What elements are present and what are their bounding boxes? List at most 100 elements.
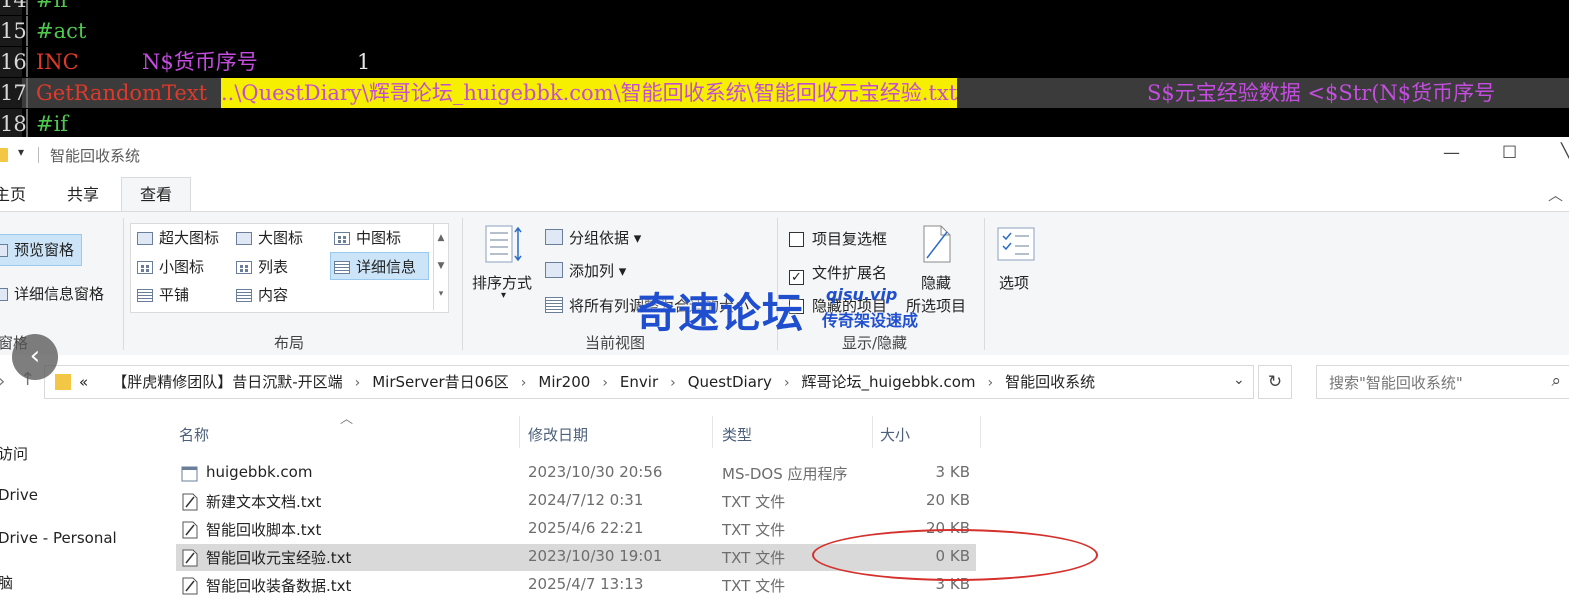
breadcrumb-overflow[interactable]: «	[79, 373, 88, 391]
details-pane-icon	[0, 288, 8, 301]
navpane-item-onedrive-personal[interactable]: Drive - Personal	[0, 529, 117, 547]
breadcrumb-item[interactable]: Mir200	[538, 373, 590, 391]
code-text: #if	[36, 112, 69, 136]
line-number: 16	[0, 47, 27, 77]
details-pane-button[interactable]: 详细信息窗格	[0, 283, 104, 304]
file-size: 3 KB	[935, 463, 970, 481]
large-icons-icon	[236, 232, 252, 245]
file-row[interactable]: 新建文本文档.txt 2024/7/12 0:31 TXT 文件 20 KB	[176, 488, 976, 515]
hidden-items-toggle[interactable]: 隐藏的项目	[789, 295, 887, 316]
line-number: 17	[0, 78, 27, 108]
preview-pane-label: 预览窗格	[14, 241, 75, 259]
refresh-button[interactable]: ↻	[1258, 365, 1292, 399]
column-header-date[interactable]: 修改日期	[528, 424, 588, 445]
file-row[interactable]: 智能回收装备数据.txt 2025/4/7 13:13 TXT 文件 3 KB	[176, 572, 976, 599]
options-button[interactable]: 选项	[999, 272, 1029, 293]
preview-pane-icon	[0, 244, 8, 257]
breadcrumb-item[interactable]: QuestDiary	[688, 373, 772, 391]
text-file-icon	[182, 493, 198, 511]
item-checkboxes-toggle[interactable]: 项目复选框	[789, 228, 887, 249]
group-label-show-hide: 显示/隐藏	[842, 334, 908, 352]
layout-list[interactable]: 列表	[236, 256, 288, 277]
tab-share[interactable]: 共享	[67, 181, 99, 205]
line-number: 15	[0, 16, 27, 46]
column-header-name[interactable]: 名称	[179, 424, 209, 445]
chevron-left-icon: ‹	[29, 341, 41, 371]
tab-home[interactable]: 主页	[0, 181, 26, 205]
layout-scroll[interactable]: ▲ ▼ ▾	[433, 224, 448, 310]
hidden-items-checkbox[interactable]	[789, 299, 804, 314]
layout-medium-icons[interactable]: 中图标	[334, 227, 401, 248]
column-header-type[interactable]: 类型	[722, 424, 752, 445]
ribbon-view: 预览窗格 详细信息窗格 窗格 超大图标 大图标 中图标 小图标 列表 详细信息 …	[0, 211, 1569, 356]
ribbon-collapse-icon[interactable]: ︿	[1548, 184, 1563, 205]
navpane-item-this-pc[interactable]: 脑	[0, 572, 13, 593]
code-line-current: 17 GetRandomText ..\QuestDiary\辉哥论坛_huig…	[0, 78, 1569, 108]
layout-extra-large-icons[interactable]: 超大图标	[137, 227, 219, 248]
window-title: 智能回收系统	[50, 147, 141, 165]
text-file-icon	[182, 549, 198, 567]
tab-view[interactable]: 查看	[121, 177, 191, 213]
text-file-icon	[182, 577, 198, 595]
details-icon	[334, 261, 350, 274]
file-type: TXT 文件	[722, 577, 786, 595]
layout-details[interactable]: 详细信息	[334, 256, 416, 277]
layout-tiles[interactable]: 平铺	[137, 284, 189, 305]
back-overlay-button[interactable]: ‹	[12, 334, 58, 380]
fit-columns-button[interactable]: 将所有列调整为合适的大小	[545, 295, 749, 316]
breadcrumb-item[interactable]: 辉哥论坛_huigebbk.com	[802, 373, 976, 391]
sort-ascending-icon: ︿	[340, 412, 354, 427]
navpane-item-onedrive[interactable]: Drive	[0, 486, 38, 504]
file-row[interactable]: 智能回收脚本.txt 2025/4/6 22:21 TXT 文件 20 KB	[176, 516, 976, 543]
medium-icons-icon	[334, 232, 350, 245]
navigation-bar: › ↑ «【胖虎精修团队】昔日沉默-开区端›MirServer昔日06区›Mir…	[0, 355, 1569, 413]
file-type: TXT 文件	[722, 521, 786, 539]
small-icons-icon	[137, 261, 153, 274]
file-name: 新建文本文档.txt	[206, 493, 322, 511]
explorer-titlebar: ▾ 智能回收系统 — ☐ ╲	[0, 137, 1569, 177]
hide-selected-button-line2[interactable]: 所选项目	[906, 295, 966, 316]
layout-small-icons[interactable]: 小图标	[137, 256, 204, 277]
file-date: 2025/4/7 13:13	[528, 575, 644, 593]
file-size: 0 KB	[935, 547, 970, 565]
file-name: 智能回收脚本.txt	[206, 521, 322, 539]
column-header-size[interactable]: 大小	[880, 424, 910, 445]
file-row[interactable]: huigebbk.com 2023/10/30 20:56 MS-DOS 应用程…	[176, 460, 976, 487]
code-editor[interactable]: 14 #if 15 #act 16 INC N$货币序号 1 17 GetRan…	[0, 0, 1569, 137]
group-by-button[interactable]: 分组依据 ▾	[545, 227, 641, 248]
line-number: 14	[0, 0, 27, 15]
file-extensions-toggle[interactable]: ✓ 文件扩展名	[789, 262, 887, 285]
file-size: 3 KB	[935, 575, 970, 593]
refresh-icon: ↻	[1267, 372, 1283, 392]
layout-content[interactable]: 内容	[236, 284, 288, 305]
code-command: GetRandomText	[36, 81, 208, 105]
hide-selected-button-line1[interactable]: 隐藏	[921, 272, 951, 293]
breadcrumb-item[interactable]: Envir	[620, 373, 658, 391]
add-column-button[interactable]: 添加列 ▾	[545, 260, 626, 281]
maximize-button[interactable]: ☐	[1502, 143, 1517, 163]
minimize-button[interactable]: —	[1443, 143, 1460, 163]
details-pane-label: 详细信息窗格	[14, 285, 105, 303]
group-by-icon	[545, 229, 563, 245]
file-extensions-checkbox[interactable]: ✓	[789, 270, 804, 285]
search-icon[interactable]: ⌕	[1551, 371, 1561, 391]
breadcrumb-item[interactable]: 【胖虎精修团队】昔日沉默-开区端	[112, 373, 342, 391]
navpane-item-quick-access[interactable]: 访问	[0, 443, 28, 464]
file-size: 20 KB	[926, 519, 970, 537]
breadcrumb-item[interactable]: 智能回收系统	[1005, 373, 1095, 391]
layout-large-icons[interactable]: 大图标	[236, 227, 303, 248]
breadcrumb: «【胖虎精修团队】昔日沉默-开区端 › MirServer昔日06区 › Mir200 ›…	[79, 373, 1096, 391]
file-type: MS-DOS 应用程序	[722, 465, 848, 483]
file-row-selected[interactable]: 智能回收元宝经验.txt 2023/10/30 19:01 TXT 文件 0 K…	[176, 544, 976, 571]
code-line: 18 #if	[0, 109, 1569, 137]
item-checkboxes-checkbox[interactable]	[789, 232, 804, 247]
search-input[interactable]: 搜索"智能回收系统" ⌕	[1316, 365, 1569, 399]
breadcrumb-item[interactable]: MirServer昔日06区	[372, 373, 509, 391]
code-selected-path: ..\QuestDiary\辉哥论坛_huigebbk.com\智能回收系统\智…	[221, 78, 958, 108]
address-bar[interactable]: «【胖虎精修团队】昔日沉默-开区端 › MirServer昔日06区 › Mir200 ›…	[44, 365, 1254, 399]
address-history-dropdown-icon[interactable]: ⌄	[1233, 372, 1245, 388]
file-type: TXT 文件	[722, 493, 786, 511]
close-button[interactable]: ╲	[1561, 143, 1569, 163]
quick-access-dropdown-icon[interactable]: ▾	[18, 145, 24, 159]
forward-arrow-icon[interactable]: ›	[0, 371, 5, 392]
